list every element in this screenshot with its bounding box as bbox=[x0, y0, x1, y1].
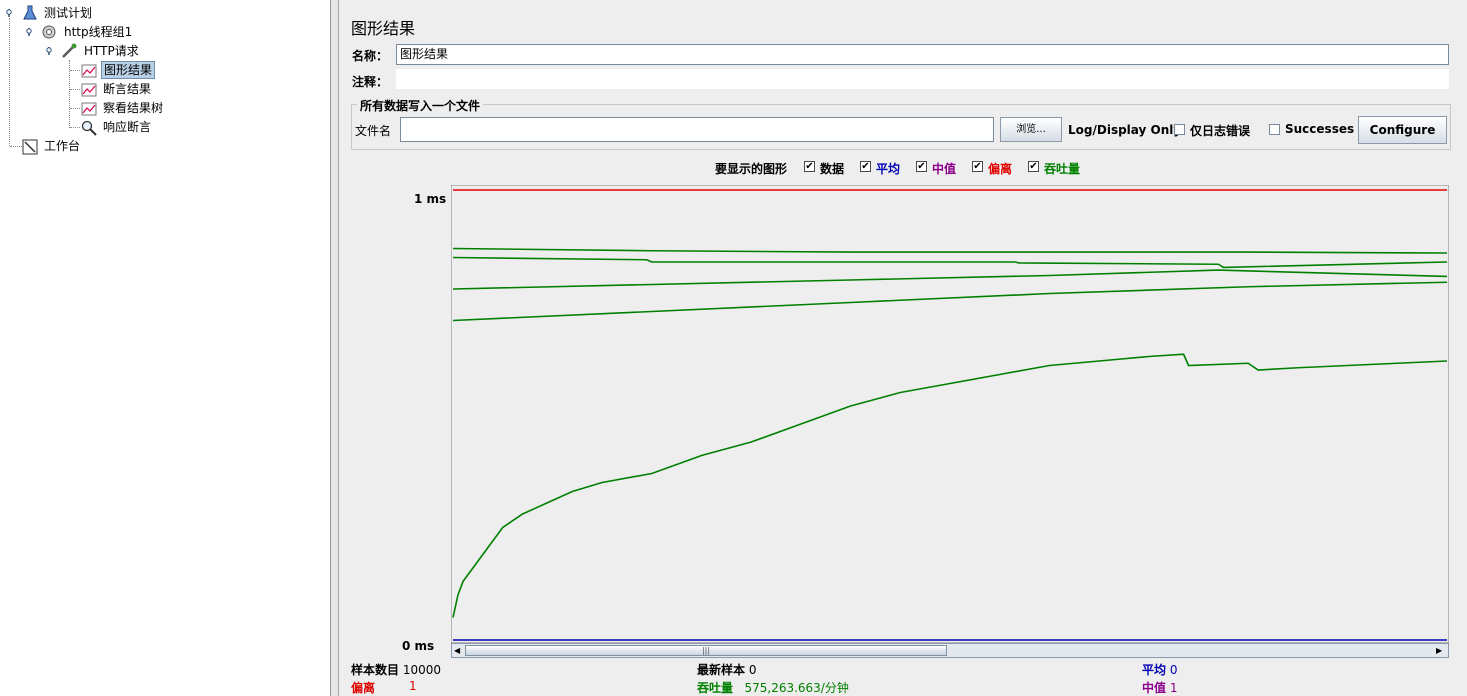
horizontal-scrollbar[interactable]: ◀ ||| ▶ bbox=[451, 643, 1449, 658]
tree-item-workbench[interactable]: 工作台 bbox=[42, 137, 82, 155]
thread-group-gear-icon bbox=[42, 25, 56, 39]
filename-input[interactable] bbox=[400, 117, 994, 142]
expand-handle-icon[interactable] bbox=[5, 9, 13, 17]
tree-item-label: HTTP请求 bbox=[84, 44, 139, 58]
deviation-stat: 偏离 1 bbox=[351, 679, 417, 696]
deviation-stat-label: 偏离 bbox=[351, 681, 376, 695]
latest-sample-label: 最新样本 bbox=[697, 663, 746, 677]
successes-label: Successes bbox=[1285, 122, 1355, 136]
scroll-left-arrow-icon[interactable]: ◀ bbox=[454, 645, 464, 656]
workbench-icon bbox=[22, 139, 38, 155]
median-stat-value: 1 bbox=[1169, 681, 1178, 695]
tree-item-label: 响应断言 bbox=[103, 120, 152, 134]
tree-item-thread-group[interactable]: http线程组1 bbox=[62, 23, 134, 41]
y-axis-bottom-label: 0 ms bbox=[402, 639, 435, 653]
tree-connector bbox=[70, 108, 80, 109]
tree-connector bbox=[70, 89, 80, 90]
expand-handle-icon[interactable] bbox=[45, 47, 53, 55]
test-plan-tree[interactable]: 测试计划 http线程组1 HTTP请求 图形结果 断言结果 察看结果树 响应断… bbox=[0, 0, 331, 696]
comment-label: 注释： bbox=[352, 75, 389, 89]
tree-item-graph-results[interactable]: 图形结果 bbox=[101, 61, 156, 79]
deviation-option-label: 偏离 bbox=[988, 162, 1013, 176]
log-display-only-label: Log/Display Only: bbox=[1068, 123, 1186, 137]
errors-only-checkbox[interactable] bbox=[1174, 124, 1185, 135]
test-plan-flask-icon bbox=[23, 5, 37, 20]
tree-connector bbox=[9, 18, 10, 146]
tree-connector bbox=[70, 70, 80, 71]
tree-item-view-results-tree[interactable]: 察看结果树 bbox=[101, 99, 165, 117]
median-stat: 中值 1 bbox=[1142, 679, 1177, 696]
average-stat-label: 平均 bbox=[1142, 663, 1167, 677]
throughput-stat-value: 575,263.663/分钟 bbox=[744, 681, 849, 695]
deviation-stat-value: 1 bbox=[409, 679, 417, 693]
tree-item-label: 察看结果树 bbox=[103, 101, 164, 115]
graphs-to-display-label: 要显示的图形 bbox=[715, 162, 788, 176]
graph-listener-icon bbox=[81, 83, 97, 97]
average-checkbox[interactable]: ✔ bbox=[860, 161, 871, 172]
average-stat-value: 0 bbox=[1169, 663, 1178, 677]
http-sampler-pipette-icon bbox=[62, 43, 77, 58]
sample-count-label: 样本数目 bbox=[351, 663, 400, 677]
tree-item-label: 图形结果 bbox=[101, 61, 156, 79]
scroll-right-arrow-icon[interactable]: ▶ bbox=[1436, 645, 1446, 656]
data-option-label: 数据 bbox=[820, 162, 845, 176]
throughput-option-label: 吞吐量 bbox=[1044, 162, 1081, 176]
data-checkbox[interactable]: ✔ bbox=[804, 161, 815, 172]
browse-button[interactable]: 浏览... bbox=[1000, 117, 1062, 142]
tree-item-test-plan[interactable]: 测试计划 bbox=[42, 4, 94, 22]
median-stat-label: 中值 bbox=[1142, 681, 1167, 695]
graph-results-panel: 图形结果 名称： 图形结果 注释： 所有数据写入一个文件 文件名 浏览... L… bbox=[339, 0, 1467, 696]
split-pane-divider[interactable] bbox=[331, 0, 339, 696]
deviation-checkbox[interactable]: ✔ bbox=[972, 161, 983, 172]
graph-listener-icon bbox=[81, 64, 97, 78]
tree-item-label: 测试计划 bbox=[44, 6, 93, 20]
y-axis-top-label: 1 ms bbox=[414, 192, 447, 206]
graph-results-chart bbox=[451, 185, 1449, 643]
name-field[interactable]: 图形结果 bbox=[396, 44, 1449, 65]
tree-item-assertion-results[interactable]: 断言结果 bbox=[101, 80, 153, 98]
average-option-label: 平均 bbox=[876, 162, 901, 176]
tree-connector bbox=[70, 127, 80, 128]
file-section-legend: 所有数据写入一个文件 bbox=[357, 97, 484, 114]
latest-sample-value: 0 bbox=[748, 663, 757, 677]
plot-area bbox=[451, 185, 1449, 643]
tree-connector bbox=[10, 146, 22, 147]
median-option-label: 中值 bbox=[932, 162, 957, 176]
median-checkbox[interactable]: ✔ bbox=[916, 161, 927, 172]
name-label: 名称： bbox=[352, 49, 389, 63]
comment-field[interactable] bbox=[396, 69, 1449, 89]
tree-item-label: 断言结果 bbox=[103, 82, 152, 96]
errors-only-label: 仅日志错误 bbox=[1190, 124, 1251, 138]
configure-button[interactable]: Configure bbox=[1358, 116, 1447, 144]
tree-item-http-request[interactable]: HTTP请求 bbox=[82, 42, 141, 60]
magnifier-icon bbox=[81, 120, 97, 136]
average-stat: 平均 0 bbox=[1142, 661, 1177, 678]
sample-count-stat: 样本数目 10000 bbox=[351, 661, 441, 678]
filename-label: 文件名 bbox=[355, 124, 392, 138]
successes-checkbox[interactable] bbox=[1269, 124, 1280, 135]
panel-title: 图形结果 bbox=[351, 19, 416, 38]
latest-sample-stat: 最新样本 0 bbox=[697, 661, 756, 678]
throughput-checkbox[interactable]: ✔ bbox=[1028, 161, 1039, 172]
tree-item-label: http线程组1 bbox=[64, 25, 133, 39]
tree-item-label: 工作台 bbox=[44, 139, 81, 153]
expand-handle-icon[interactable] bbox=[25, 28, 33, 36]
throughput-stat-label: 吞吐量 bbox=[697, 681, 734, 695]
sample-count-value: 10000 bbox=[402, 663, 442, 677]
scroll-thumb[interactable]: ||| bbox=[465, 645, 947, 656]
graph-listener-icon bbox=[81, 102, 97, 116]
throughput-stat: 吞吐量 575,263.663/分钟 bbox=[697, 679, 849, 696]
tree-item-response-assertion[interactable]: 响应断言 bbox=[101, 118, 153, 136]
